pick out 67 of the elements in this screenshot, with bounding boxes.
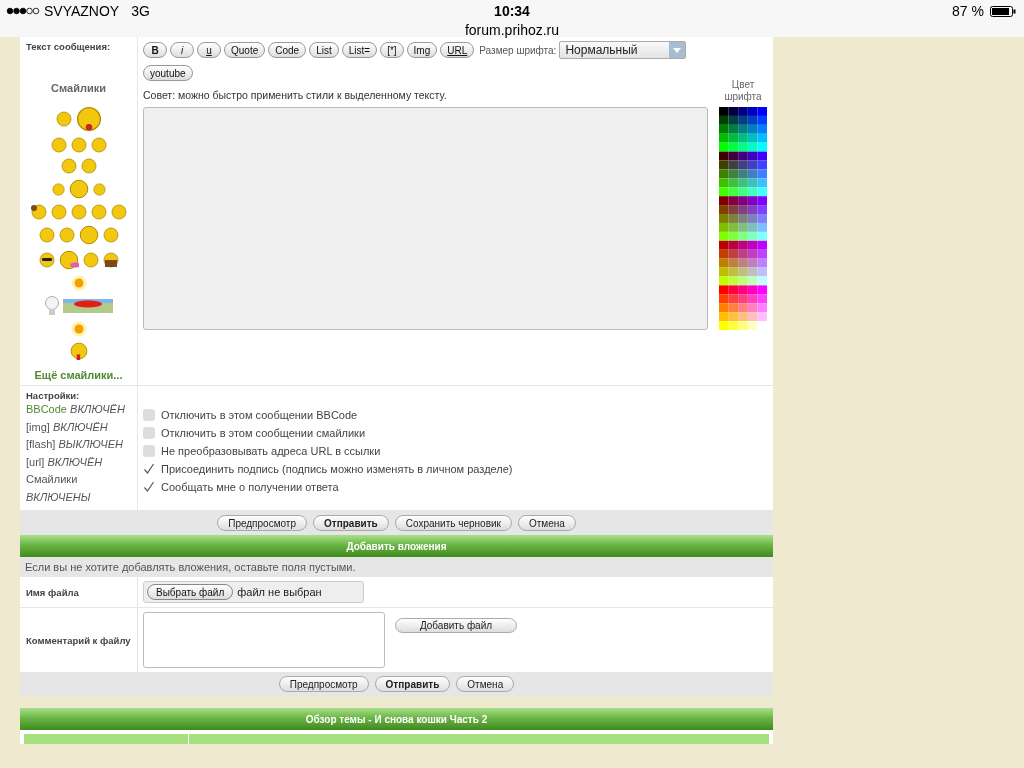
format-button[interactable]: i [170,42,194,58]
signal-icon [6,7,40,15]
smiley-icon[interactable] [102,252,119,268]
font-color-label: Цвет шрифта [723,79,763,103]
network-text: 3G [131,3,150,19]
checkbox[interactable] [143,481,155,493]
topic-review-header: Обзор темы - И снова кошки Часть 2 [20,708,773,730]
lightbulb-icon[interactable] [44,296,59,316]
battery-icon [990,5,1016,17]
message-field[interactable] [143,107,709,330]
form-button[interactable]: Отправить [374,676,451,692]
format-button[interactable]: Quote [224,42,266,58]
smileys-title: Смайлики [50,82,107,94]
format-button[interactable]: List= [341,42,378,58]
setting-status: [url] ВКЛЮЧЁН [26,454,104,470]
format-button[interactable]: [*] [380,42,404,58]
font-size-label: Размер шрифта: [479,44,557,56]
option-label[interactable]: Отключить в этом сообщении смайлики [143,424,768,442]
checkbox[interactable] [143,445,155,457]
option-label[interactable]: Присоединить подпись (подпись можно изменять в личном разделе) [143,460,768,478]
setting-status: [flash] ВЫКЛЮЧЕН [26,437,124,452]
format-button[interactable]: B [143,42,167,58]
battery-text: 87 % [952,3,984,19]
settings-title: Настройки: [26,390,81,401]
form-button[interactable]: Отмена [456,676,515,692]
checkbox[interactable] [143,409,155,421]
no-file-text: файл не выбран [237,586,322,598]
format-button[interactable]: List [309,42,339,58]
beach-icon[interactable] [62,299,113,313]
choose-file-button[interactable]: Выбрать файл [147,584,234,600]
option-label[interactable]: Не преобразовывать адреса URL в ссылки [143,442,768,460]
file-comment-label: Комментарий к файлу [26,634,131,646]
smiley-icon[interactable] [30,204,47,220]
form-button[interactable]: Отмена [517,515,576,531]
format-button[interactable]: URL [440,42,475,58]
checkbox[interactable] [143,463,155,475]
format-button[interactable]: Code [268,42,307,58]
format-button[interactable]: u [197,42,221,58]
attachments-hint: Если вы не хотите добавлять вложения, оставьте поля пустыми. [20,557,773,577]
more-smileys-link[interactable]: Ещё смайлики... [26,369,131,381]
form-button[interactable]: Предпросмотр [217,515,307,531]
sun-icon[interactable] [70,275,87,291]
file-field[interactable]: Выбрать файл файл не выбран [143,581,364,603]
sun-icon[interactable] [70,321,87,337]
font-size-select[interactable]: Нормальный [559,41,687,59]
attachments-header: Добавить вложения [20,535,773,557]
setting-status: Смайлики ВКЛЮЧЕНЫ [26,472,92,505]
message-label: Текст сообщения: [26,41,112,52]
option-label[interactable]: Отключить в этом сообщении BBCode [143,406,768,424]
setting-status: BBCode ВКЛЮЧЁН [26,402,126,417]
color-palette[interactable] [719,107,768,330]
url-text: forum.prihoz.ru [464,22,560,38]
setting-status: [img] ВКЛЮЧЁН [26,419,109,435]
file-comment-field[interactable] [143,612,385,668]
form-button[interactable]: Отправить [313,515,389,531]
hint-text: Совет: можно быстро применить стили к выделенному тексту. [143,89,447,101]
checkbox[interactable] [143,427,155,439]
carrier-text: SVYAZNOY [44,3,120,19]
format-button[interactable]: Img [406,42,438,58]
clock-text: 10:34 [494,3,530,19]
format-button[interactable]: youtube [143,65,193,81]
form-button[interactable]: Сохранить черновик [394,515,512,531]
file-name-label: Имя файла [26,586,80,598]
option-label[interactable]: Сообщать мне о получении ответа [143,478,768,496]
smiley-icon[interactable] [38,252,55,268]
add-file-button[interactable]: Добавить файл [395,618,517,633]
form-button[interactable]: Предпросмотр [278,676,369,692]
